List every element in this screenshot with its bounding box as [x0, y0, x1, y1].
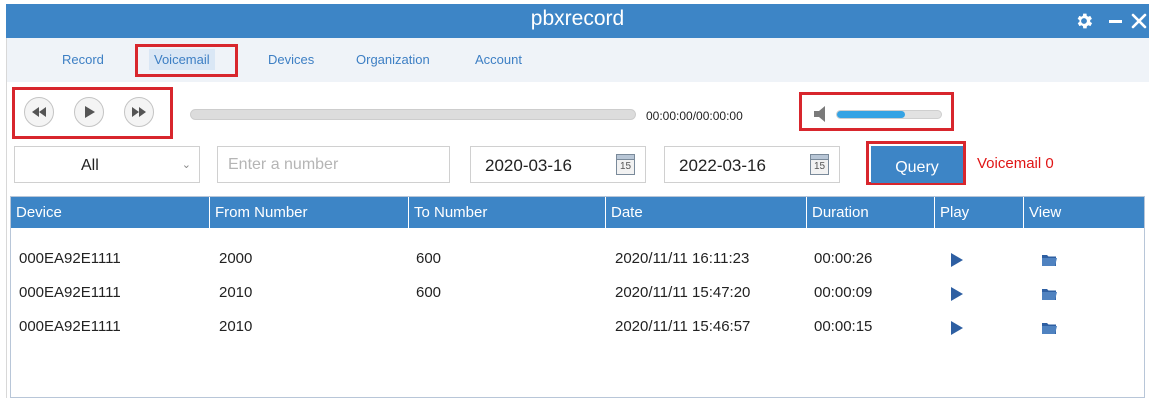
play-icon[interactable] [951, 321, 963, 335]
date-cell: 2020/11/11 16:11:23 [615, 250, 750, 267]
table-row[interactable]: 000EA92E1111 2010 2020/11/11 15:46:57 00… [11, 310, 1144, 344]
minimize-button[interactable] [1104, 4, 1126, 38]
speaker-icon[interactable] [812, 105, 830, 123]
to-number-cell: 600 [416, 250, 442, 267]
column-header-to-number[interactable]: To Number [409, 197, 606, 228]
table-row[interactable]: 000EA92E1111 2000 600 2020/11/11 16:11:2… [11, 242, 1144, 276]
device-select-value: All [81, 157, 99, 174]
date-cell: 2020/11/11 15:47:20 [615, 284, 751, 301]
from-number-cell: 2000 [219, 250, 253, 267]
column-header-duration[interactable]: Duration [807, 197, 935, 228]
rewind-button[interactable] [24, 97, 54, 127]
duration-cell: 00:00:15 [814, 318, 873, 335]
chevron-down-icon: ⌄ [181, 159, 191, 171]
close-button[interactable] [1128, 4, 1149, 38]
start-date-value: 2020-03-16 [485, 156, 572, 175]
device-cell: 000EA92E1111 [19, 284, 121, 301]
tab-account[interactable]: Account [475, 52, 522, 67]
playback-time: 00:00:00/00:00:00 [646, 109, 743, 123]
window-title: pbxrecord [530, 7, 625, 30]
play-icon[interactable] [951, 287, 963, 301]
playback-progress-bar[interactable] [190, 109, 636, 120]
duration-cell: 00:00:09 [814, 284, 873, 301]
tab-record[interactable]: Record [62, 52, 104, 67]
tab-organization[interactable]: Organization [356, 52, 430, 67]
play-button[interactable] [74, 97, 104, 127]
voicemail-table: Device From Number To Number Date Durati… [10, 196, 1145, 398]
folder-icon[interactable] [1042, 253, 1057, 266]
table-header: Device From Number To Number Date Durati… [11, 197, 1144, 228]
tab-devices[interactable]: Devices [268, 52, 314, 67]
from-number-cell: 2010 [219, 284, 253, 301]
device-cell: 000EA92E1111 [19, 250, 121, 267]
column-header-play[interactable]: Play [935, 197, 1024, 228]
column-header-date[interactable]: Date [606, 197, 807, 228]
minimize-icon [1108, 19, 1122, 23]
number-input[interactable] [217, 146, 450, 183]
table-row[interactable]: 000EA92E1111 2010 600 2020/11/11 15:47:2… [11, 276, 1144, 310]
fast-forward-icon [132, 107, 146, 117]
gear-icon [1077, 13, 1093, 29]
device-cell: 000EA92E1111 [19, 318, 121, 335]
voicemail-count: Voicemail 0 [977, 155, 1054, 172]
settings-button[interactable] [1070, 4, 1098, 38]
volume-level [837, 111, 905, 118]
date-cell: 2020/11/11 15:46:57 [615, 318, 751, 335]
folder-icon[interactable] [1042, 287, 1057, 300]
to-number-cell: 600 [416, 284, 442, 301]
rewind-icon [32, 107, 46, 117]
start-date-field[interactable]: 2020-03-16 15 [470, 146, 646, 183]
play-icon[interactable] [951, 253, 963, 267]
voicemail-tab-highlight [135, 44, 238, 77]
calendar-icon[interactable]: 15 [810, 154, 829, 175]
end-date-field[interactable]: 2022-03-16 15 [664, 146, 840, 183]
column-header-device[interactable]: Device [11, 197, 210, 228]
column-header-from-number[interactable]: From Number [210, 197, 409, 228]
query-button[interactable]: Query [871, 146, 963, 183]
from-number-cell: 2010 [219, 318, 253, 335]
column-header-view[interactable]: View [1024, 197, 1144, 228]
volume-slider[interactable] [836, 110, 942, 119]
title-bar: pbxrecord [6, 4, 1149, 38]
end-date-value: 2022-03-16 [679, 156, 766, 175]
calendar-icon[interactable]: 15 [616, 154, 635, 175]
play-icon [84, 106, 95, 118]
fast-forward-button[interactable] [124, 97, 154, 127]
device-select[interactable]: All ⌄ [14, 146, 200, 183]
duration-cell: 00:00:26 [814, 250, 873, 267]
folder-icon[interactable] [1042, 321, 1057, 334]
close-icon [1131, 13, 1147, 29]
